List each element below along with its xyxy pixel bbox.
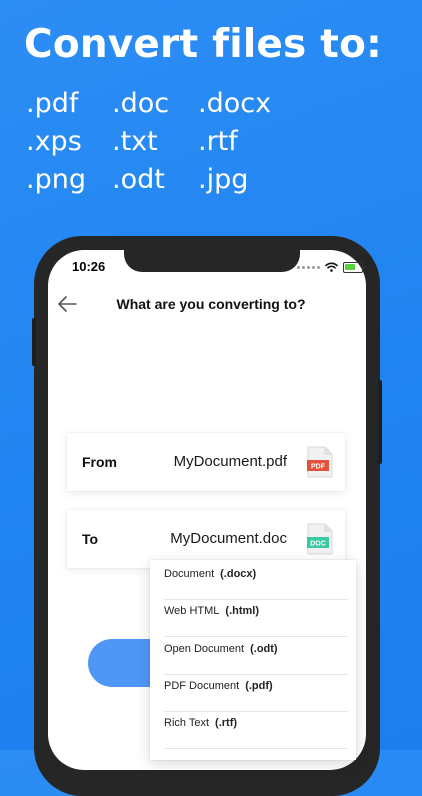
dropdown-item-name: Rich Text bbox=[164, 717, 210, 729]
phone-notch bbox=[124, 248, 300, 272]
phone-side-button bbox=[378, 380, 382, 464]
to-filename: MyDocument.doc bbox=[170, 530, 287, 547]
dropdown-item-ext: (.docx) bbox=[220, 568, 257, 580]
format-list: .pdf .doc .docx .xps .txt .rtf .png .odt… bbox=[26, 88, 288, 196]
signal-dots-icon bbox=[297, 265, 320, 269]
format-item: .rtf bbox=[198, 126, 238, 157]
phone-side-button bbox=[32, 318, 36, 366]
dropdown-item-name: Open Document bbox=[164, 643, 245, 655]
wifi-icon bbox=[325, 262, 338, 272]
dropdown-item-pdf[interactable]: PDF Document (.pdf) bbox=[164, 675, 348, 712]
format-item: .xps bbox=[26, 126, 82, 157]
doc-file-icon: DOC bbox=[307, 523, 333, 555]
format-item: .odt bbox=[112, 164, 165, 195]
from-label: From bbox=[82, 454, 117, 470]
pdf-file-icon: PDF bbox=[307, 446, 333, 478]
format-dropdown[interactable]: Document (.docx) Web HTML (.html) Open Doc… bbox=[150, 560, 356, 760]
dropdown-item-rtf[interactable]: Rich Text (.rtf) bbox=[164, 712, 348, 749]
format-item: .jpg bbox=[198, 164, 249, 195]
to-label: To bbox=[82, 531, 99, 547]
dropdown-item-name: Document bbox=[164, 568, 215, 580]
dropdown-item-ext: (.html) bbox=[225, 605, 260, 617]
dropdown-item-ext: (.pdf) bbox=[245, 680, 273, 692]
page-title: What are you converting to? bbox=[116, 296, 306, 312]
dropdown-item-docx[interactable]: Document (.docx) bbox=[164, 563, 348, 600]
from-field[interactable]: From MyDocument.pdf PDF bbox=[67, 433, 345, 491]
dropdown-item-odt[interactable]: Open Document (.odt) bbox=[164, 638, 348, 675]
battery-icon bbox=[343, 261, 365, 273]
svg-text:DOC: DOC bbox=[310, 541, 326, 548]
dropdown-item-html[interactable]: Web HTML (.html) bbox=[164, 600, 348, 637]
format-item: .pdf bbox=[26, 88, 79, 119]
dropdown-item-ext: (.odt) bbox=[250, 643, 278, 655]
dropdown-item-name: Web HTML bbox=[164, 605, 220, 617]
headline: Convert files to: bbox=[24, 22, 382, 67]
format-item: .txt bbox=[112, 126, 158, 157]
from-filename: MyDocument.pdf bbox=[173, 453, 287, 470]
format-item: .doc bbox=[112, 88, 170, 119]
status-time: 10:26 bbox=[72, 259, 106, 274]
status-icons bbox=[297, 260, 365, 274]
format-item: .docx bbox=[198, 88, 272, 119]
dropdown-item-ext: (.rtf) bbox=[215, 717, 238, 729]
svg-text:PDF: PDF bbox=[311, 464, 326, 471]
format-item: .png bbox=[26, 164, 86, 195]
dropdown-item-name: PDF Document bbox=[164, 680, 240, 692]
